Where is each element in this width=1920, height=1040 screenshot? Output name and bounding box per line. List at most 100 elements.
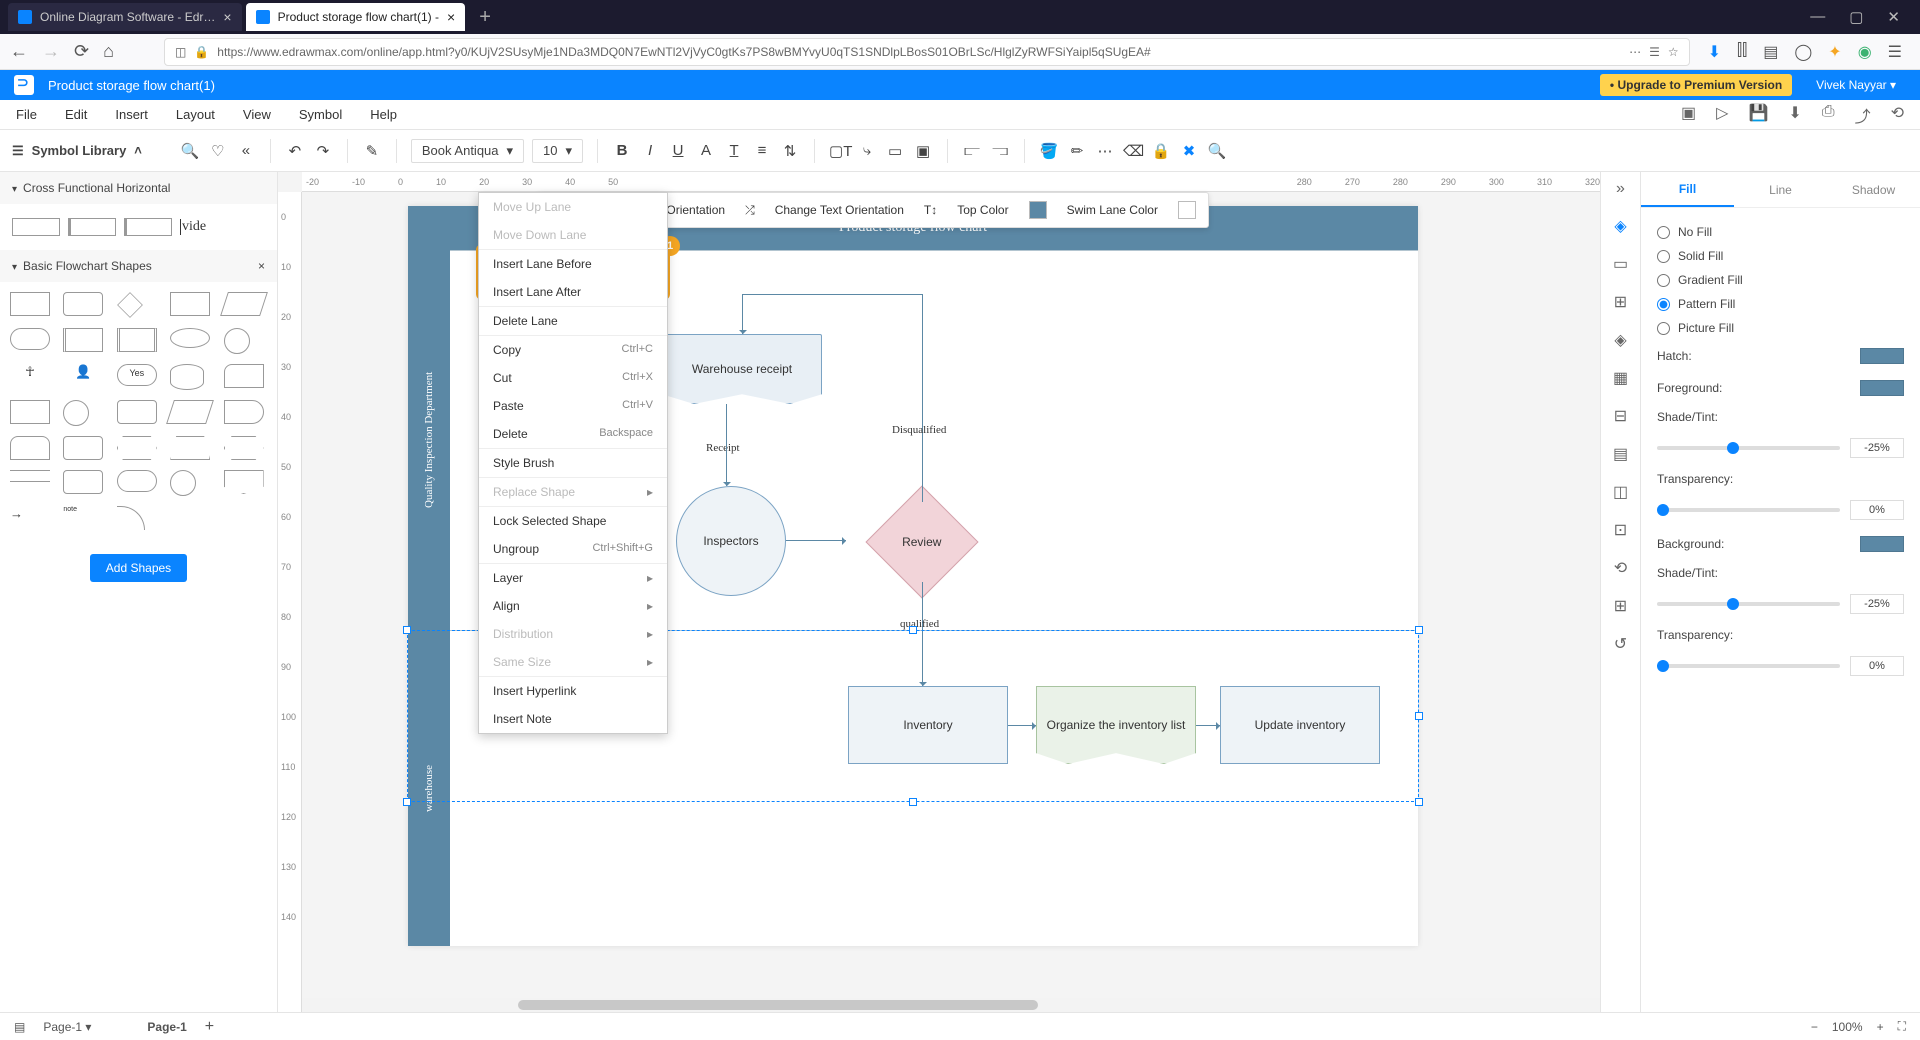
clear-icon[interactable]: ⌫ bbox=[1123, 142, 1143, 160]
shape-parallelogram[interactable] bbox=[220, 292, 268, 316]
expand-icon[interactable]: » bbox=[1616, 180, 1625, 198]
heart-icon[interactable]: ♡ bbox=[208, 142, 228, 160]
search-icon[interactable]: 🔍 bbox=[180, 142, 200, 160]
page-icon[interactable]: ▭ bbox=[1613, 254, 1628, 274]
theme-icon[interactable]: ▦ bbox=[1613, 368, 1628, 388]
shape-pent[interactable] bbox=[224, 436, 264, 460]
lock-icon[interactable]: 🔒 bbox=[1151, 142, 1171, 160]
swimlane-shape-2[interactable] bbox=[68, 218, 116, 236]
text-effect-icon[interactable]: T̲ bbox=[724, 142, 744, 159]
close-tab-icon[interactable]: × bbox=[223, 9, 231, 25]
update-inv-shape[interactable]: Update inventory bbox=[1220, 686, 1380, 764]
shape-roundrect[interactable] bbox=[63, 292, 103, 316]
more-icon[interactable]: ⋯ bbox=[1629, 45, 1641, 59]
container-icon[interactable]: ▭ bbox=[885, 142, 905, 160]
distribute-icon[interactable]: ⫎ bbox=[990, 142, 1010, 159]
line-spacing-icon[interactable]: ⇅ bbox=[780, 142, 800, 160]
menu-insert[interactable]: Insert bbox=[115, 107, 148, 122]
hatch-swatch[interactable] bbox=[1860, 348, 1904, 364]
shape-round3[interactable] bbox=[63, 436, 103, 460]
swimlane-shape-1[interactable] bbox=[12, 218, 60, 236]
tools-icon[interactable]: ✖ bbox=[1179, 142, 1199, 160]
fill-no-fill[interactable]: No Fill bbox=[1657, 220, 1904, 244]
fill-pattern[interactable]: Pattern Fill bbox=[1657, 292, 1904, 316]
org-list-shape[interactable]: Organize the inventory list bbox=[1036, 686, 1196, 764]
shape-circle2[interactable] bbox=[63, 400, 89, 426]
collapse-icon[interactable]: « bbox=[236, 142, 256, 159]
swimlane-shape-3[interactable] bbox=[124, 218, 172, 236]
export-icon[interactable]: ⬇ bbox=[1788, 103, 1801, 127]
section-cross-functional[interactable]: Cross Functional Horizontal bbox=[0, 172, 277, 204]
shade2-slider[interactable] bbox=[1657, 602, 1840, 606]
format-painter-icon[interactable]: ✎ bbox=[362, 142, 382, 160]
shape-circle[interactable] bbox=[224, 328, 250, 354]
ctx-item-copy[interactable]: CopyCtrl+C bbox=[479, 336, 667, 364]
new-tab-button[interactable]: + bbox=[469, 6, 501, 29]
shape-rect2[interactable] bbox=[170, 292, 210, 316]
reload-icon[interactable]: ⟳ bbox=[74, 41, 89, 62]
ctx-item-insert-lane-after[interactable]: Insert Lane After bbox=[479, 278, 667, 307]
page-select[interactable]: Page-1 ▾ bbox=[43, 1020, 91, 1034]
shape-doc[interactable] bbox=[10, 400, 50, 424]
ruler-icon[interactable]: ⊟ bbox=[1614, 406, 1627, 426]
shape-arrow[interactable]: → bbox=[10, 506, 50, 530]
menu-symbol[interactable]: Symbol bbox=[299, 107, 342, 122]
sidebar-icon[interactable]: ▤ bbox=[1763, 42, 1778, 62]
transp1-value[interactable]: 0% bbox=[1850, 500, 1904, 520]
align-v-icon[interactable]: ⫍ bbox=[962, 142, 982, 159]
bold-icon[interactable]: B bbox=[612, 142, 632, 159]
pdf-icon[interactable]: ⎙ bbox=[1822, 103, 1835, 127]
ctx-item-delete-lane[interactable]: Delete Lane bbox=[479, 307, 667, 336]
fg-swatch[interactable] bbox=[1860, 380, 1904, 396]
undo-icon[interactable]: ↶ bbox=[285, 142, 305, 160]
shape-diamond[interactable] bbox=[117, 292, 143, 318]
reader-icon[interactable]: ☰ bbox=[1649, 45, 1660, 59]
shape-display[interactable] bbox=[224, 400, 264, 424]
cloud-icon[interactable]: ⟲ bbox=[1891, 103, 1904, 127]
line-color-icon[interactable]: ✏ bbox=[1067, 142, 1087, 160]
tab-shadow[interactable]: Shadow bbox=[1827, 172, 1920, 207]
shape-round2[interactable] bbox=[117, 400, 157, 424]
fullscreen-icon[interactable]: ⛶ bbox=[1898, 1019, 1906, 1034]
shape-shield[interactable] bbox=[224, 470, 264, 494]
shape-ellipse[interactable] bbox=[170, 328, 210, 348]
fill-tool-icon[interactable]: ◈ bbox=[1614, 216, 1626, 236]
menu-file[interactable]: File bbox=[16, 107, 37, 122]
upgrade-button[interactable]: • Upgrade to Premium Version bbox=[1600, 74, 1792, 96]
ext2-icon[interactable]: ◉ bbox=[1858, 42, 1872, 62]
close-window-icon[interactable]: ✕ bbox=[1887, 8, 1900, 26]
shade1-value[interactable]: -25% bbox=[1850, 438, 1904, 458]
shape-cylinder[interactable] bbox=[170, 364, 204, 390]
browser-tab-1[interactable]: Online Diagram Software - Edr… × bbox=[8, 3, 242, 31]
menu-view[interactable]: View bbox=[243, 107, 271, 122]
compress-icon[interactable]: ⊡ bbox=[1614, 520, 1627, 540]
focus-icon[interactable]: ▣ bbox=[1681, 103, 1696, 127]
transp2-value[interactable]: 0% bbox=[1850, 656, 1904, 676]
ctx-item-delete[interactable]: DeleteBackspace bbox=[479, 420, 667, 449]
shape-hex[interactable] bbox=[117, 436, 157, 460]
transp1-slider[interactable] bbox=[1657, 508, 1840, 512]
shade1-slider[interactable] bbox=[1657, 446, 1840, 450]
lane2-label[interactable]: warehouse bbox=[408, 630, 450, 946]
browser-tab-2[interactable]: Product storage flow chart(1) - × bbox=[246, 3, 466, 31]
symbol-library-header[interactable]: ☰ Symbol Library ˄ bbox=[12, 143, 142, 159]
italic-icon[interactable]: I bbox=[640, 142, 660, 159]
shape-person[interactable]: ☥ bbox=[10, 364, 50, 388]
forward-icon[interactable]: → bbox=[42, 41, 60, 62]
download-icon[interactable]: ⬇ bbox=[1708, 42, 1721, 62]
save-icon[interactable]: 💾 bbox=[1748, 103, 1768, 127]
fill-bucket-icon[interactable]: 🪣 bbox=[1039, 142, 1059, 160]
shape-terminator[interactable] bbox=[10, 328, 50, 350]
shape-process[interactable] bbox=[63, 328, 103, 352]
grid-icon[interactable]: ⊞ bbox=[1614, 292, 1627, 312]
ctx-item-insert-note[interactable]: Insert Note bbox=[479, 705, 667, 733]
menu-layout[interactable]: Layout bbox=[176, 107, 215, 122]
url-input[interactable]: ◫ 🔒 https://www.edrawmax.com/online/app.… bbox=[164, 38, 1690, 66]
share-icon[interactable]: ⤴ bbox=[1855, 103, 1871, 127]
connector-icon[interactable]: ⤷ bbox=[857, 142, 877, 159]
orient-icon[interactable]: ⤮ bbox=[745, 203, 755, 218]
pages-icon[interactable]: ▤ bbox=[14, 1020, 25, 1034]
redo-icon[interactable]: ↷ bbox=[313, 142, 333, 160]
change-text-orient-button[interactable]: Change Text Orientation bbox=[775, 203, 904, 217]
zoom-icon[interactable]: 🔍 bbox=[1207, 142, 1227, 160]
